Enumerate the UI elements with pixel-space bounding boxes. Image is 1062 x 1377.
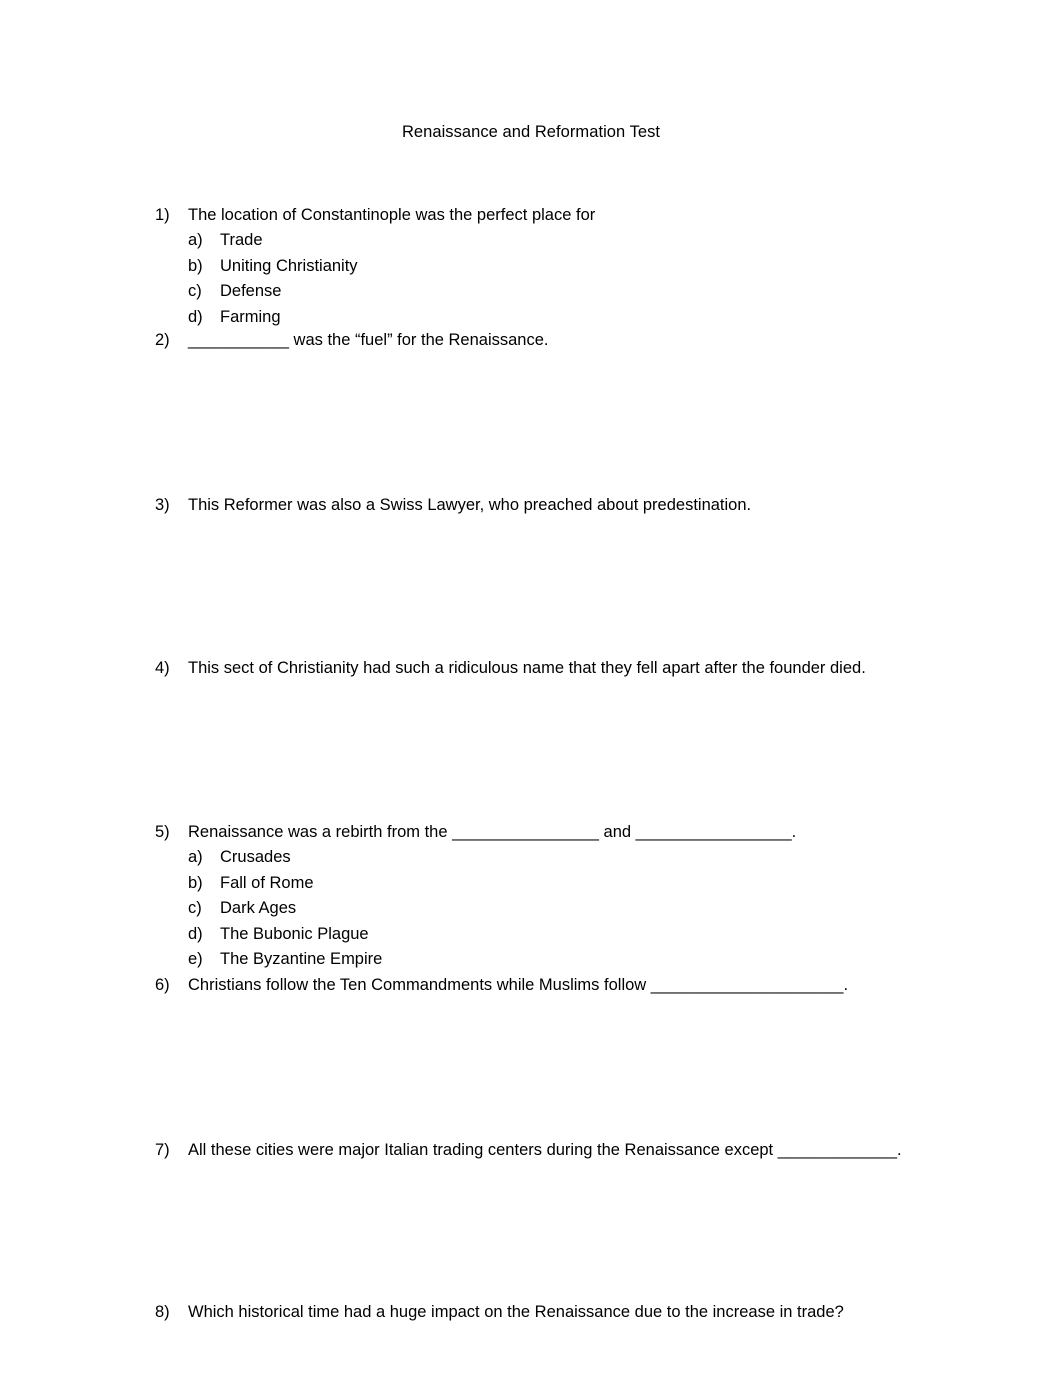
answer-option[interactable]: a) Trade xyxy=(188,228,988,254)
question-number: 2) xyxy=(155,331,170,349)
question-item: 8) Which historical time had a huge impac… xyxy=(155,1300,1035,1326)
answer-option[interactable]: a) Crusades xyxy=(188,845,988,871)
question-text: Renaissance was a rebirth from the _____… xyxy=(188,823,797,841)
answer-option[interactable]: c) Dark Ages xyxy=(188,896,988,922)
answer-option-text: Farming xyxy=(220,307,281,326)
question-item: 5) Renaissance was a rebirth from the ___… xyxy=(155,820,1035,846)
question-item: 4) This sect of Christianity had such a r… xyxy=(155,656,1035,682)
question-text: Christians follow the Ten Commandments w… xyxy=(188,976,849,994)
answer-option[interactable]: c) Defense xyxy=(188,279,988,305)
answer-option-letter: d) xyxy=(188,924,203,943)
question-item: 6) Christians follow the Ten Commandments… xyxy=(155,973,1035,999)
answer-option[interactable]: b) Uniting Christianity xyxy=(188,254,988,280)
document-page: Renaissance and Reformation Test 1) The l… xyxy=(0,0,1062,1377)
question-item: 1) The location of Constantinople was the… xyxy=(155,203,1035,229)
answer-option-letter: c) xyxy=(188,899,202,917)
question-text: Which historical time had a huge impact … xyxy=(188,1303,844,1321)
question-number: 7) xyxy=(155,1141,170,1159)
answer-option[interactable]: d) The Bubonic Plague xyxy=(188,922,988,948)
answer-option-text: Fall of Rome xyxy=(220,873,314,892)
answer-option-letter: e) xyxy=(188,950,203,968)
answer-option[interactable]: d) Farming xyxy=(188,305,988,331)
answer-option-letter: c) xyxy=(188,282,202,300)
question-number: 1) xyxy=(155,206,170,224)
answer-option-letter: a) xyxy=(188,231,203,249)
question-text: This Reformer was also a Swiss Lawyer, w… xyxy=(188,496,752,514)
answer-option-text: Crusades xyxy=(220,848,291,866)
answer-option-letter: b) xyxy=(188,873,203,892)
answer-option-text: Uniting Christianity xyxy=(220,256,358,275)
answer-option-text: Defense xyxy=(220,282,282,300)
question-number: 3) xyxy=(155,496,170,514)
question-text: The location of Constantinople was the p… xyxy=(188,206,596,224)
question-item: 2) ___________ was the “fuel” for the Ren… xyxy=(155,328,1035,354)
question-number: 6) xyxy=(155,976,170,994)
answer-option-text: Trade xyxy=(220,231,263,249)
question-number: 8) xyxy=(155,1303,170,1321)
question-item: 3) This Reformer was also a Swiss Lawyer,… xyxy=(155,493,1035,519)
question-text: All these cities were major Italian trad… xyxy=(188,1141,902,1159)
answer-option-letter: a) xyxy=(188,848,203,866)
question-number: 4) xyxy=(155,659,170,677)
question-text: This sect of Christianity had such a rid… xyxy=(188,659,866,677)
answer-option-letter: d) xyxy=(188,307,203,326)
question-number: 5) xyxy=(155,823,170,841)
answer-option-letter: b) xyxy=(188,256,203,275)
question-text: ___________ was the “fuel” for the Renai… xyxy=(188,331,549,349)
answer-option-text: Dark Ages xyxy=(220,899,297,917)
answer-option-text: The Bubonic Plague xyxy=(220,924,369,943)
answer-option-text: The Byzantine Empire xyxy=(220,950,383,968)
answer-option[interactable]: b) Fall of Rome xyxy=(188,871,988,897)
question-item: 7) All these cities were major Italian tr… xyxy=(155,1138,1035,1164)
question-list: 1) The location of Constantinople was the… xyxy=(0,0,1062,1377)
answer-option[interactable]: e) The Byzantine Empire xyxy=(188,947,988,973)
